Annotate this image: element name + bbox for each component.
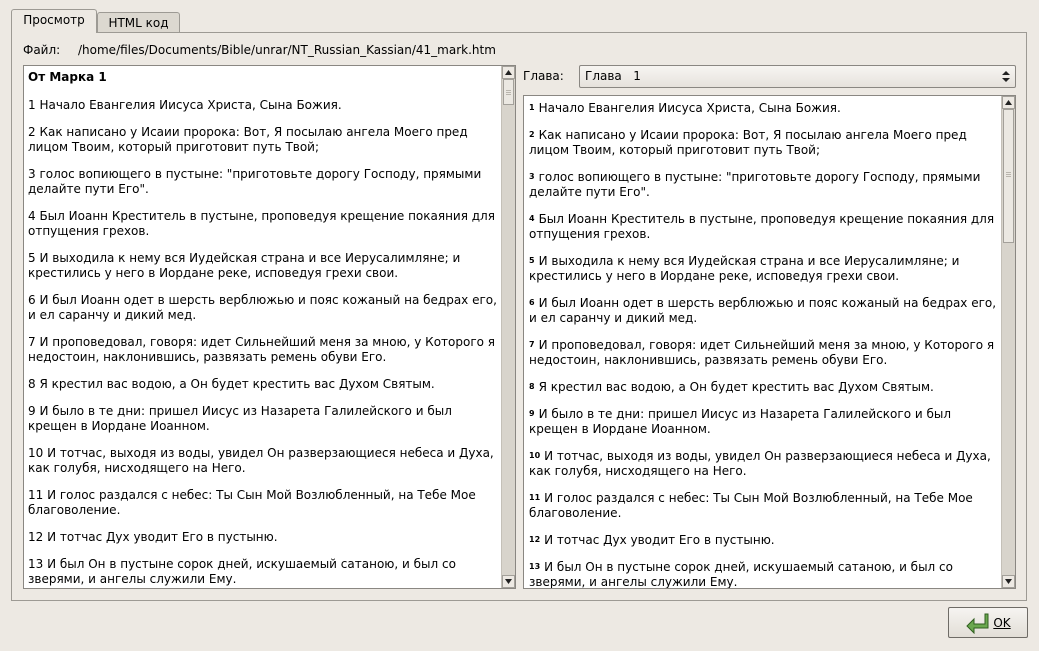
verse-number: 3 <box>529 172 535 181</box>
verse-paragraph: 11 И голос раздался с небес: Ты Сын Мой В… <box>529 491 997 521</box>
verse-text: И был Иоанн одет в шерсть верблюжью и по… <box>529 296 997 325</box>
verse-paragraph: 11 И голос раздался с небес: Ты Сын Мой … <box>28 488 476 517</box>
scroll-down-arrow-icon[interactable] <box>1002 575 1015 588</box>
chapter-combobox-value: Глава 1 <box>585 69 641 83</box>
verse-text: И был Он в пустыне сорок дней, искушаемы… <box>529 560 953 589</box>
verse-number: 12 <box>529 535 541 544</box>
verse-text: Как написано у Исаии пророка: Вот, Я пос… <box>529 128 967 157</box>
verse-number: 4 <box>529 214 535 223</box>
verse-number: 1 <box>529 103 535 112</box>
verse-paragraph: 5И выходила к нему вся Иудейская страна … <box>529 254 997 284</box>
verse-paragraph: 4 Был Иоанн Креститель в пустыне, пропове… <box>529 212 997 242</box>
file-path: /home/files/Documents/Bible/unrar/NT_Rus… <box>78 43 496 57</box>
file-label: Файл: <box>23 43 61 57</box>
left-text-content: От Марка 1 1 Начало Евангелия Иисуса Хри… <box>28 70 497 588</box>
verse-paragraph: 4 Был Иоанн Креститель в пустыне, пропов… <box>28 209 495 238</box>
scroll-thumb[interactable] <box>503 79 514 105</box>
verse-paragraph: 5 И выходила к нему вся Иудейская страна… <box>28 251 461 280</box>
verse-text: И тотчас Дух уводит Его в пустыню. <box>544 533 775 547</box>
verse-number: 9 <box>529 409 535 418</box>
updown-chevron-icon <box>1002 71 1010 82</box>
verse-paragraph: 3 голос вопиющего в пустыне: "приготовьт… <box>28 167 482 196</box>
scroll-up-arrow-icon[interactable] <box>502 66 515 79</box>
verse-number: 7 <box>529 340 535 349</box>
tab-preview[interactable]: Просмотр <box>11 9 97 33</box>
verse-paragraph: 2 Как написано у Исаии пророка: Вот, Я по… <box>529 128 997 158</box>
verse-text: И выходила к нему вся Иудейская страна и… <box>529 254 960 283</box>
return-arrow-icon <box>966 613 989 634</box>
verse-number: 8 <box>529 382 535 391</box>
verse-paragraph: 3 голос вопиющего в пустыне: "приготовьте… <box>529 170 997 200</box>
verse-number: 6 <box>529 298 535 307</box>
verse-paragraph: 12 И тотчас Дух уводит Его в пустыню. <box>529 533 997 548</box>
verse-paragraph: 8Я крестил вас водою, а Он будет крестит… <box>529 380 997 395</box>
left-text-view[interactable]: От Марка 1 1 Начало Евангелия Иисуса Хри… <box>23 65 516 589</box>
verse-paragraph: 6И был Иоанн одет в шерсть верблюжью и п… <box>529 296 997 326</box>
verse-paragraph: 6 И был Иоанн одет в шерсть верблюжью и … <box>28 293 497 322</box>
verse-paragraph: 9 И было в те дни: пришел Иисус из Назар… <box>28 404 452 433</box>
ok-button[interactable]: OK <box>948 607 1028 638</box>
verse-paragraph: 1 Начало Евангелия Иисуса Христа, Сына Бо… <box>529 101 997 116</box>
verse-paragraph: 8 Я крестил вас водою, а Он будет крести… <box>28 377 435 391</box>
right-text-view[interactable]: 1 Начало Евангелия Иисуса Христа, Сына Бо… <box>523 95 1016 589</box>
book-title: От Марка 1 <box>28 70 107 84</box>
verse-text: Был Иоанн Креститель в пустыне, проповед… <box>529 212 995 241</box>
tab-html-code[interactable]: HTML код <box>97 12 180 34</box>
verse-text: И проповедовал, говоря: идет Сильнейший … <box>529 338 995 367</box>
verse-paragraph: 12 И тотчас Дух уводит Его в пустыню. <box>28 530 278 544</box>
verse-text: голос вопиющего в пустыне: "приготовьте … <box>529 170 981 199</box>
right-text-content: 1 Начало Евангелия Иисуса Христа, Сына Бо… <box>529 101 997 589</box>
left-scrollbar[interactable] <box>501 66 515 588</box>
verse-number: 11 <box>529 493 541 502</box>
verse-paragraph: 7 И проповедовал, говоря: идет Сильнейши… <box>28 335 496 364</box>
verse-text: И было в те дни: пришел Иисус из Назарет… <box>529 407 952 436</box>
verse-number: 13 <box>529 562 541 571</box>
verse-paragraph: 1 Начало Евангелия Иисуса Христа, Сына Б… <box>28 98 342 112</box>
scroll-thumb[interactable] <box>1003 109 1014 243</box>
verse-text: И голос раздался с небес: Ты Сын Мой Воз… <box>529 491 973 520</box>
verse-paragraph: 13 И был Он в пустыне сорок дней, искушае… <box>529 560 997 589</box>
chapter-label: Глава: <box>523 69 564 83</box>
ok-button-label: OK <box>993 615 1011 630</box>
chapter-combobox[interactable]: Глава 1 <box>579 65 1016 88</box>
right-scrollbar[interactable] <box>1001 96 1015 588</box>
verse-paragraph: 7И проповедовал, говоря: идет Сильнейший… <box>529 338 997 368</box>
verse-text: Я крестил вас водою, а Он будет крестить… <box>538 380 934 394</box>
verse-text: И тотчас, выходя из воды, увидел Он разв… <box>529 449 991 478</box>
scroll-up-arrow-icon[interactable] <box>1002 96 1015 109</box>
verse-number: 5 <box>529 256 535 265</box>
scroll-down-arrow-icon[interactable] <box>502 575 515 588</box>
verse-text: Начало Евангелия Иисуса Христа, Сына Бож… <box>538 101 841 115</box>
verse-number: 10 <box>529 451 541 460</box>
verse-paragraph: 10 И тотчас, выходя из воды, увидел Он р… <box>28 446 494 475</box>
verse-paragraph: 10 И тотчас, выходя из воды, увидел Он ра… <box>529 449 997 479</box>
verse-paragraph: 2 Как написано у Исаии пророка: Вот, Я п… <box>28 125 468 154</box>
verse-number: 2 <box>529 130 535 139</box>
verse-paragraph: 13 И был Он в пустыне сорок дней, искуша… <box>28 557 456 586</box>
verse-paragraph: 9И было в те дни: пришел Иисус из Назаре… <box>529 407 997 437</box>
